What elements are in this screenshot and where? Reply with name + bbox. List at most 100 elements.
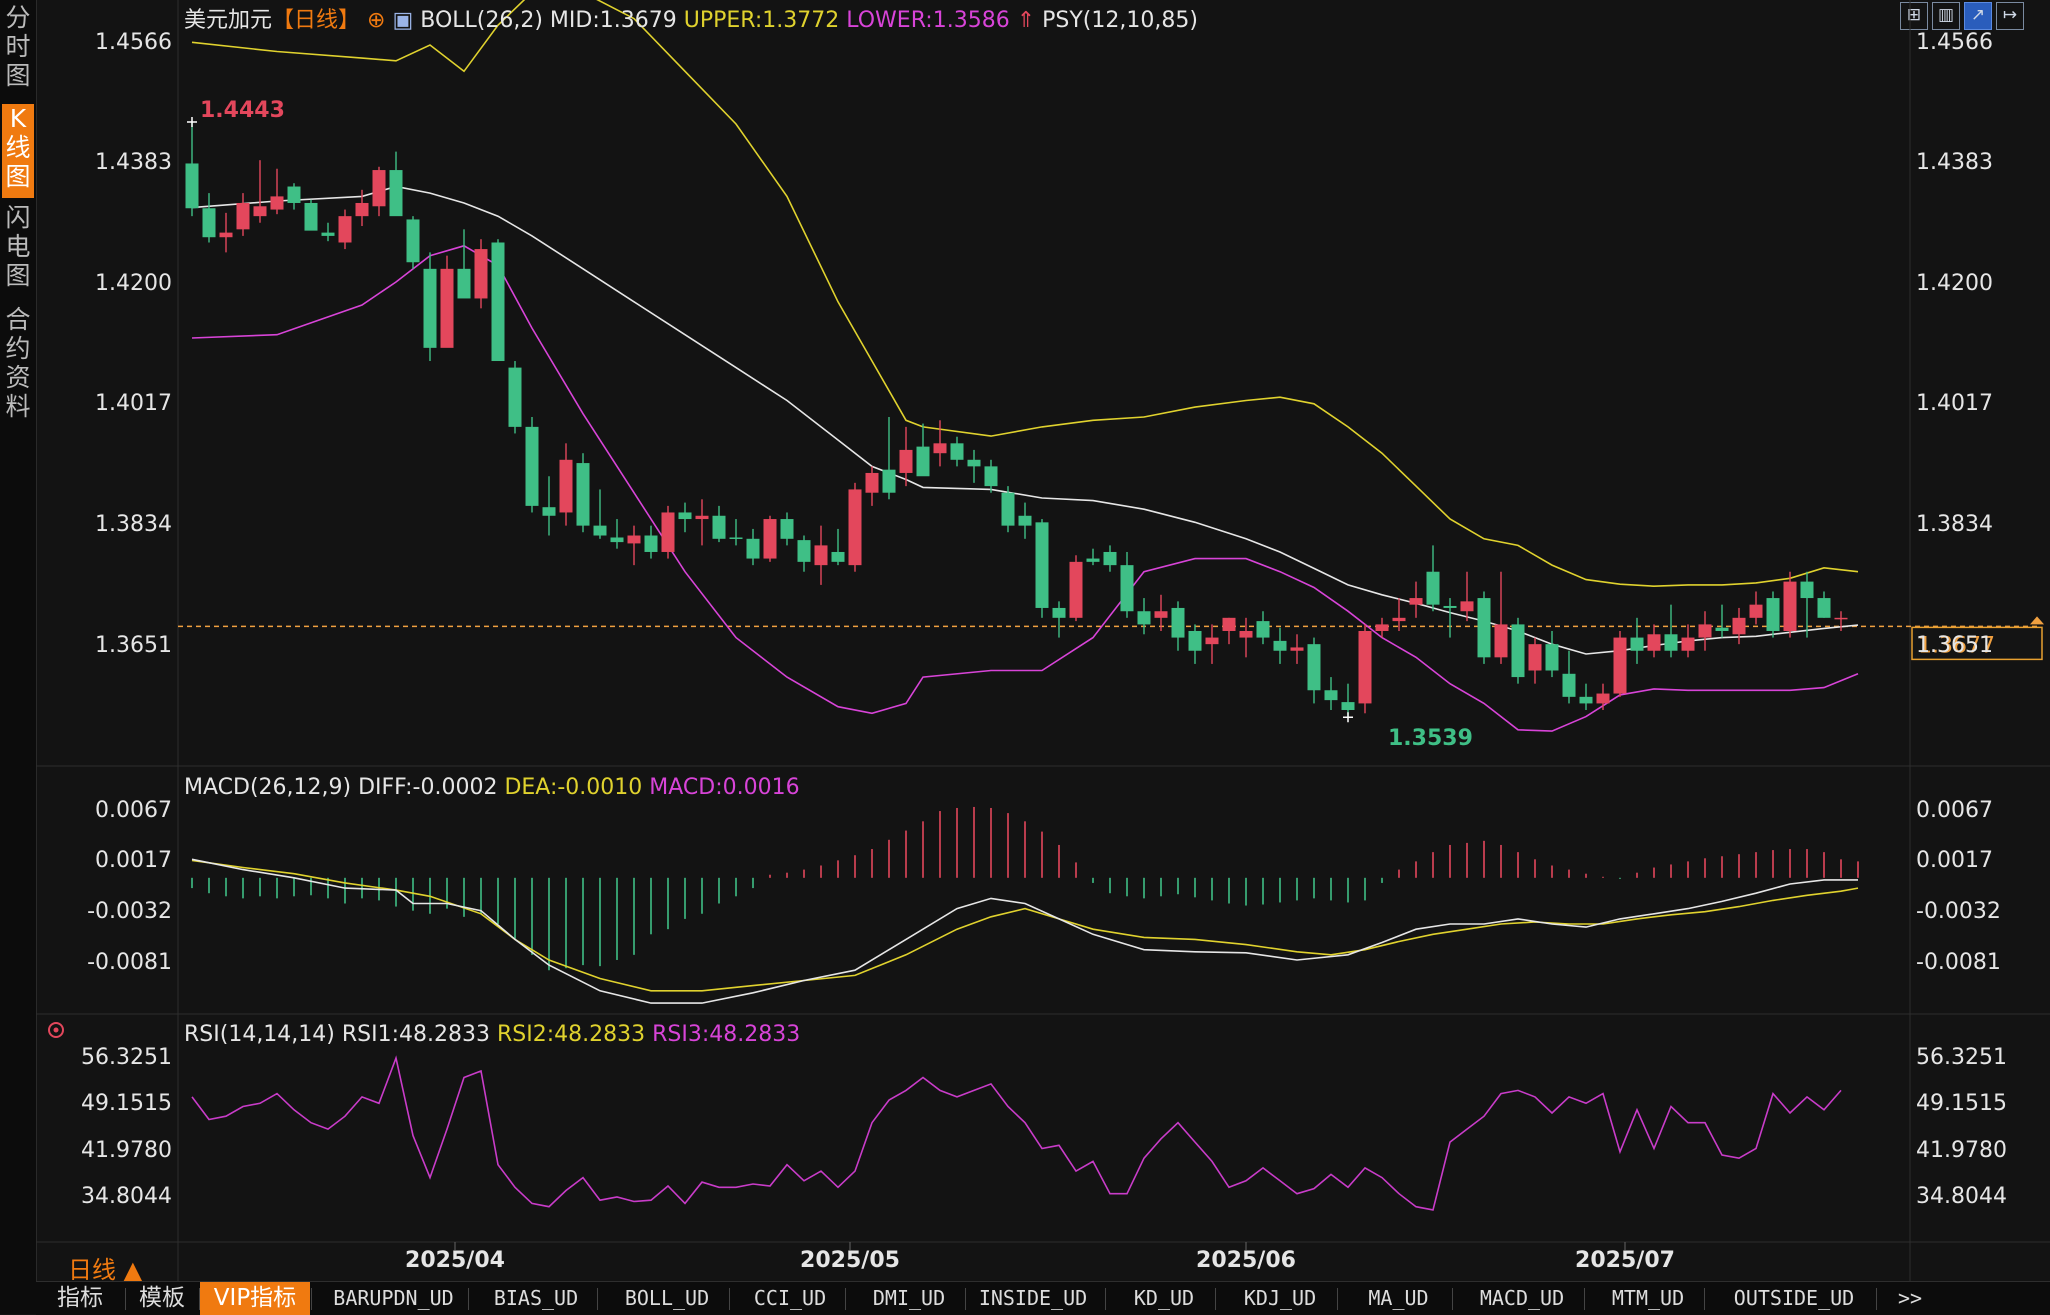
bottom-tab-9[interactable]: KD_UD [1114,1282,1214,1315]
bottom-tab-11[interactable]: MA_UD [1346,1282,1451,1315]
macd-tick-right-3: -0.0081 [1916,950,2001,975]
candle-body [848,489,862,566]
candle-body [865,472,879,493]
candle-body [1596,693,1610,704]
macd-tick-left-0: 0.0067 [95,798,172,823]
candle-97 [1834,611,1848,631]
candle-body [1562,673,1576,697]
bottom-tab-10[interactable]: KDJ_UD [1224,1282,1336,1315]
candle-64 [1273,627,1287,664]
candle-body [1460,601,1474,612]
candle-body [882,469,896,493]
candle-body [1664,634,1678,651]
candle-body [1579,696,1593,704]
candle-body [780,519,794,539]
candle-84 [1613,630,1627,697]
candle-48 [1001,486,1015,533]
tab-separator [1337,1288,1338,1310]
candle-34 [763,515,777,562]
candle-76 [1477,591,1491,664]
price-tick-right-5: 1.3651 [1916,633,1993,658]
candle-body [1766,598,1780,631]
candle-body [1171,607,1185,638]
candle-87 [1664,604,1678,658]
candle-17 [474,239,488,309]
candle-1 [202,193,216,243]
bottom-tab-14[interactable]: OUTSIDE_UD [1713,1282,1875,1315]
candle-96 [1817,591,1831,618]
candle-body [1613,637,1627,694]
candle-body [1494,624,1508,658]
bottom-tab-3[interactable]: BARUPDN_UD [320,1282,467,1315]
bottom-tab-7[interactable]: DMI_UD [854,1282,964,1315]
candle-body [1273,640,1287,651]
period-button[interactable]: 日线 ▲ [68,1250,142,1285]
candle-body [695,515,709,520]
candle-body [933,443,947,454]
bottom-tab-4[interactable]: BIAS_UD [476,1282,596,1315]
price-tick-right-4: 1.3834 [1916,512,1993,537]
candle-body [1018,515,1032,526]
candle-body [372,170,386,207]
candle-body [1307,644,1321,691]
candle-65 [1290,634,1304,664]
candle-body [1239,630,1253,638]
candle-body [1324,690,1338,701]
candle-50 [1035,519,1049,618]
candle-body [1409,598,1423,605]
bottom-tab-2[interactable]: VIP指标 [200,1282,310,1315]
rsi-line [191,1055,1842,1211]
bottom-tab-13[interactable]: MTM_UD [1593,1282,1703,1315]
candle-body [236,202,250,230]
candle-21 [542,476,556,536]
candle-body [1086,558,1100,562]
candle-body [916,446,930,477]
candle-7 [304,199,318,231]
candle-23 [576,453,590,533]
candle-78 [1511,617,1525,684]
candle-74 [1443,598,1457,638]
candle-55 [1120,551,1134,618]
candle-63 [1256,611,1270,645]
candle-body [729,537,743,539]
bottom-tab-6[interactable]: CCI_UD [736,1282,844,1315]
candle-body [389,170,403,217]
tab-separator [1584,1288,1585,1310]
boll-lower-value: LOWER:1.3586 [846,8,1009,33]
candle-12 [389,151,403,217]
candle-2 [219,212,233,253]
bottom-tab-15[interactable]: >> [1885,1282,1935,1315]
macd-tick-right-1: 0.0017 [1916,848,1993,873]
candle-77 [1494,571,1508,664]
x-axis-label-1: 2025/05 [800,1248,900,1273]
price-tick-right-1: 1.4383 [1916,150,1993,175]
bottom-tab-8[interactable]: INSIDE_UD [962,1282,1104,1315]
rsi-tick-right-3: 34.8044 [1916,1184,2007,1209]
candle-body [1443,605,1457,608]
candle-86 [1647,624,1661,658]
candle-43 [916,423,930,477]
candle-body [1647,634,1661,651]
candle-body [457,268,471,299]
candle-body [559,459,573,513]
candle-body [321,232,335,236]
candle-32 [729,519,743,546]
rsi-settings-icon-dot [53,1027,59,1033]
bottom-tab-0[interactable]: 指标 [36,1282,124,1315]
bottom-tab-5[interactable]: BOLL_UD [606,1282,728,1315]
candle-body [1426,571,1440,605]
candle-68 [1341,683,1355,718]
candle-body [627,535,641,544]
candle-72 [1409,581,1423,618]
rsi3-value: RSI3:48.2833 [652,1022,800,1047]
candle-body [1375,624,1389,631]
rsi-tick-left-3: 34.8044 [81,1184,172,1209]
bottom-tab-1[interactable]: 模板 [126,1282,198,1315]
period-tag: 【日线】 [272,8,360,33]
x-axis-label-2: 2025/06 [1196,1248,1296,1273]
candle-body [1630,637,1644,651]
candle-body [1137,611,1151,625]
kline-chart[interactable]: 1.44431.35391.3677 1.4566 1.45661.4383 1.4… [0,0,2050,1314]
bottom-tab-12[interactable]: MACD_UD [1461,1282,1583,1315]
candle-body [1545,644,1559,671]
